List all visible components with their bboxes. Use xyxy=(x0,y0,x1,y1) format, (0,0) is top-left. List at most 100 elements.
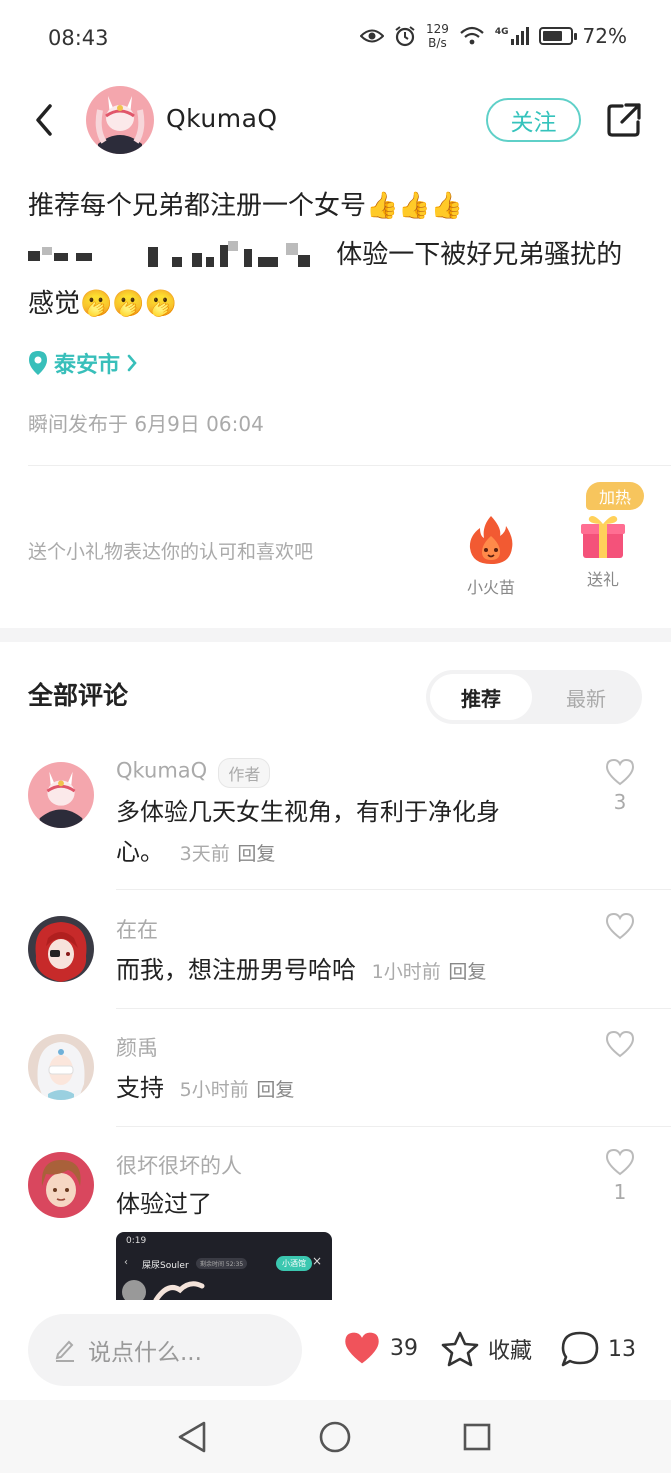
redacted-text xyxy=(28,240,328,271)
author-avatar[interactable] xyxy=(86,86,154,154)
attachment-badge: 剩余时间 52:35 xyxy=(196,1258,248,1269)
gift-label: 送礼 xyxy=(586,570,619,589)
comment-header: QkumaQ 作者 xyxy=(116,758,271,788)
attachment-back-icon: ‹ xyxy=(124,1257,128,1268)
like-button[interactable]: 39 xyxy=(342,1330,418,1366)
comment-time: 5小时前 xyxy=(179,1079,249,1101)
signal-bar xyxy=(510,39,514,45)
fire-gift-button[interactable]: 小火苗 xyxy=(463,514,519,604)
attachment-title: 屎尿Souler xyxy=(142,1261,189,1271)
system-navigation-bar xyxy=(0,1400,671,1473)
post-line-2-text: 体验一下被好兄弟骚扰的 xyxy=(336,240,623,270)
commenter-avatar[interactable] xyxy=(28,1152,94,1218)
comment-input-placeholder: 说点什么... xyxy=(88,1340,202,1366)
comment-time: 3天前 xyxy=(179,843,230,865)
signal-bar xyxy=(525,27,529,45)
eye-icon xyxy=(359,29,384,43)
commenter-avatar[interactable] xyxy=(28,916,94,982)
sort-latest-tab[interactable]: 最新 xyxy=(536,674,636,720)
pencil-icon xyxy=(55,1340,74,1362)
comments-title: 全部评论 xyxy=(28,681,129,710)
share-icon xyxy=(607,103,641,137)
post-timestamp: 瞬间发布于 6月9日 06:04 xyxy=(28,412,264,436)
attachment-time: 0:19 xyxy=(126,1236,147,1246)
comment-like-count: 3 xyxy=(613,790,627,814)
heart-filled-icon xyxy=(345,1332,379,1364)
red-hair-avatar-icon xyxy=(28,916,94,982)
back-button[interactable] xyxy=(26,96,62,144)
nav-recents-icon[interactable] xyxy=(462,1422,492,1452)
reply-button[interactable]: 回复 xyxy=(256,1079,294,1101)
status-time: 08:43 xyxy=(48,26,109,50)
comment-divider xyxy=(116,1008,671,1009)
location-pin-icon xyxy=(29,351,47,375)
location-label: 泰安市 xyxy=(54,353,121,378)
comment-like[interactable] xyxy=(605,1030,635,1062)
commenter-name[interactable]: 在在 xyxy=(116,914,158,944)
post-line-3: 感觉🫢🫢🫢 xyxy=(28,289,178,319)
fox-mask-avatar-icon xyxy=(28,762,94,828)
comment-text[interactable]: 体验过了 xyxy=(116,1184,212,1224)
share-button[interactable] xyxy=(604,100,644,140)
comment-like-count: 1 xyxy=(613,1180,627,1204)
comment-like[interactable]: 3 xyxy=(605,758,635,814)
commenter-name[interactable]: QkumaQ xyxy=(116,759,207,783)
commenter-name[interactable]: 很坏很坏的人 xyxy=(116,1150,242,1180)
section-separator xyxy=(0,628,671,642)
boost-badge[interactable]: 加热 xyxy=(586,482,644,510)
fire-icon xyxy=(469,516,513,564)
comment-like[interactable]: 1 xyxy=(605,1148,635,1204)
commenter-avatar[interactable] xyxy=(28,1034,94,1100)
reply-button[interactable]: 回复 xyxy=(237,843,275,865)
author-name[interactable]: QkumaQ xyxy=(166,104,278,133)
comment-image-attachment[interactable]: 0:19 ‹ 屎尿Souler 剩余时间 52:35 小酒馆 × xyxy=(116,1232,332,1302)
comment-text-line: 多体验几天女生视角，有利于净化身 xyxy=(116,798,500,826)
comment-count: 13 xyxy=(608,1336,636,1362)
comment-count-button[interactable]: 13 xyxy=(560,1330,636,1368)
post-content: 推荐每个兄弟都注册一个女号👍👍👍 体验一下被好兄弟骚扰的 感觉🫢🫢🫢 xyxy=(28,182,648,329)
comment-text[interactable]: 多体验几天女生视角，有利于净化身 心。 3天前 回复 xyxy=(116,792,576,874)
attachment-pill: 小酒馆 xyxy=(276,1256,312,1271)
comment-text[interactable]: 支持 5小时前 回复 xyxy=(116,1068,294,1110)
like-count: 39 xyxy=(390,1335,418,1361)
signal-bar xyxy=(520,31,524,45)
chevron-right-icon xyxy=(127,354,137,372)
network-speed-unit: B/s xyxy=(428,36,447,50)
network-speed-value: 129 xyxy=(425,22,449,36)
brown-hair-avatar-icon xyxy=(28,1152,94,1218)
star-icon xyxy=(441,1331,479,1367)
post-line-2: 体验一下被好兄弟骚扰的 xyxy=(28,231,648,280)
status-bar: 08:43 129 B/s 4G 72% xyxy=(0,0,671,80)
post-line-1: 推荐每个兄弟都注册一个女号👍👍👍 xyxy=(28,191,464,221)
network-speed: 129 B/s xyxy=(426,22,449,50)
comment-text-tail: 心。 xyxy=(116,838,164,866)
chevron-left-icon xyxy=(36,104,52,136)
nav-back-icon[interactable] xyxy=(176,1420,208,1454)
commenter-name[interactable]: 颜禹 xyxy=(116,1032,158,1062)
reply-button[interactable]: 回复 xyxy=(448,961,486,983)
cell-signal: 4G xyxy=(495,27,529,45)
attachment-close-icon: × xyxy=(312,1254,323,1268)
comment-divider xyxy=(116,889,671,890)
signal-bar xyxy=(515,35,519,45)
wifi-icon xyxy=(460,26,484,45)
comment-like[interactable] xyxy=(605,912,635,944)
status-icons: 129 B/s 4G 72% xyxy=(359,22,627,50)
favorite-label: 收藏 xyxy=(488,1339,533,1364)
sort-recommended-tab[interactable]: 推荐 xyxy=(430,674,532,720)
comment-text[interactable]: 而我，想注册男号哈哈 1小时前 回复 xyxy=(116,950,486,992)
nav-home-icon[interactable] xyxy=(318,1420,352,1454)
white-hair-avatar-icon xyxy=(28,1034,94,1100)
commenter-avatar[interactable] xyxy=(28,762,94,828)
heart-outline-icon xyxy=(605,1030,635,1058)
alarm-icon xyxy=(395,26,415,47)
fox-mask-avatar-icon xyxy=(86,86,154,154)
comment-divider xyxy=(116,1126,671,1127)
divider xyxy=(28,465,671,466)
follow-button[interactable]: 关注 xyxy=(486,98,581,142)
gift-box-icon xyxy=(581,516,625,558)
comment-input[interactable]: 说点什么... xyxy=(28,1314,302,1386)
author-tag: 作者 xyxy=(218,758,271,788)
location-link[interactable]: 泰安市 xyxy=(28,347,138,379)
favorite-button[interactable]: 收藏 xyxy=(440,1330,532,1368)
